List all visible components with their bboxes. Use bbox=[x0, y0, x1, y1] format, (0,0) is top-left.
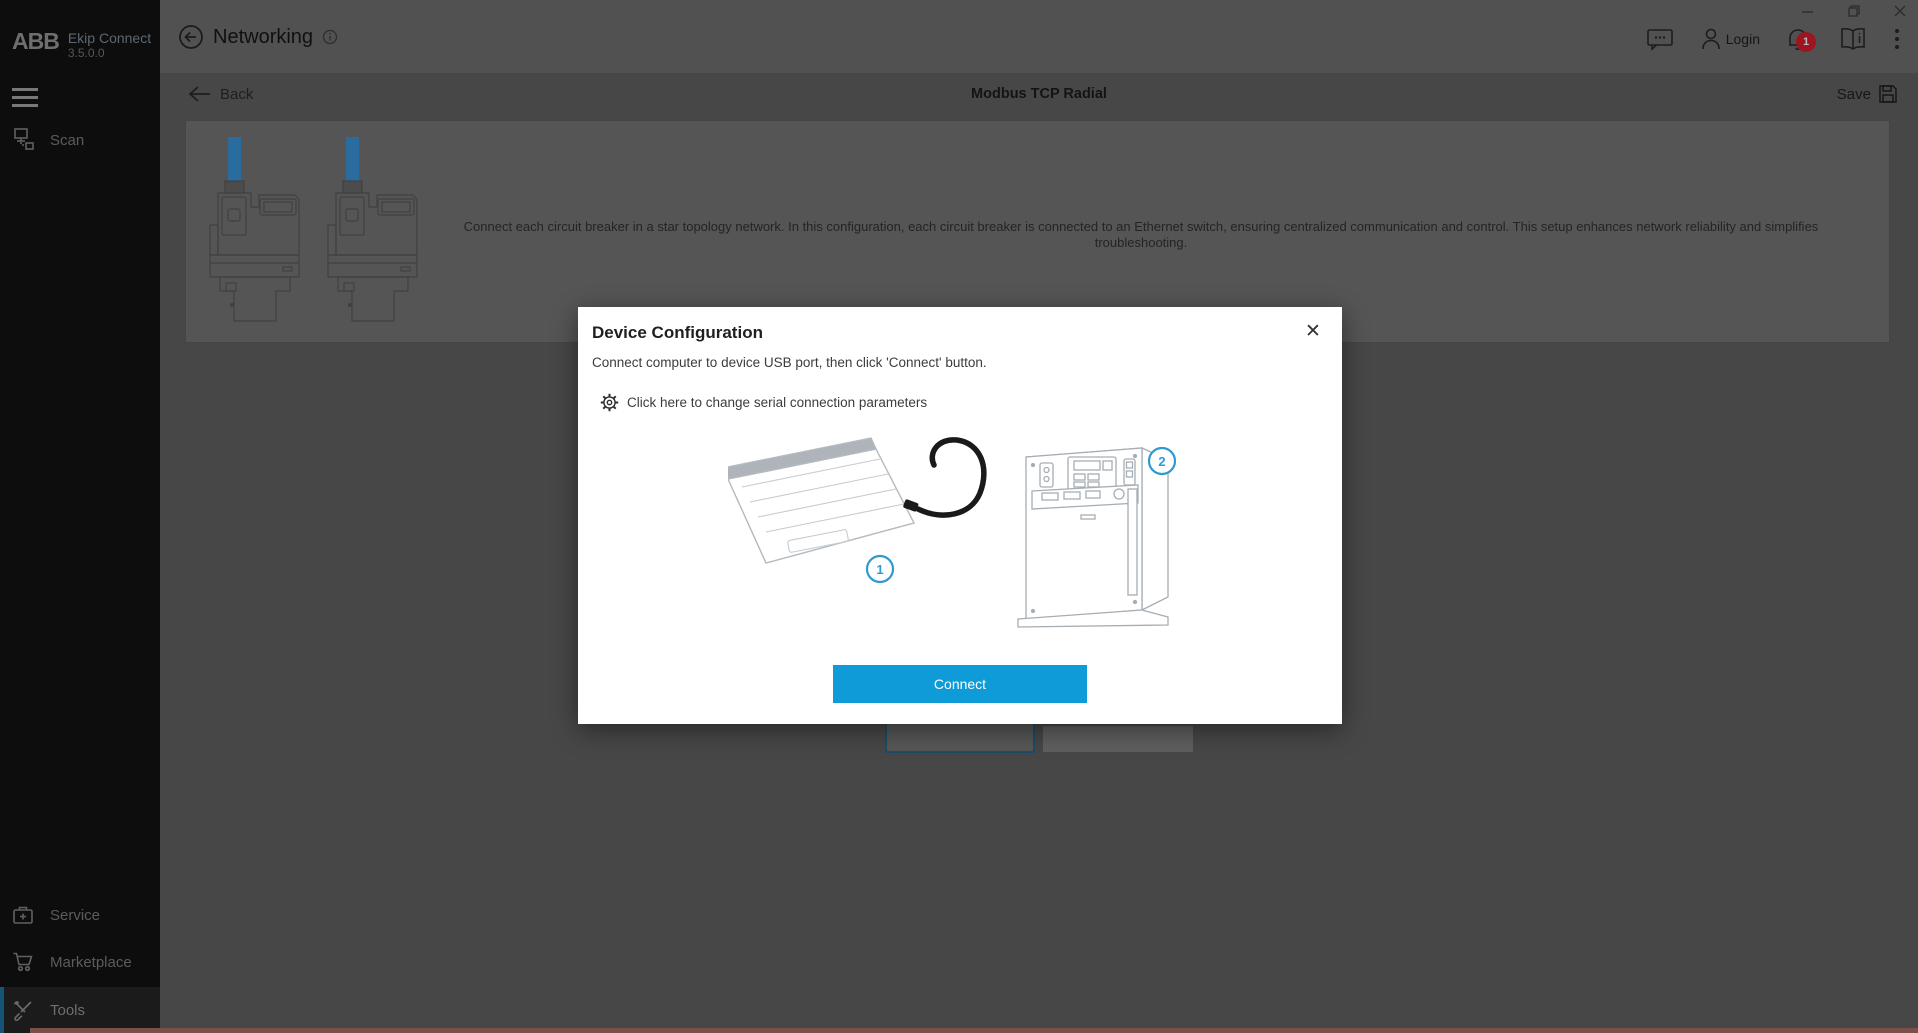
app-logo-row: ABB Ekip Connect 3.5.0.0 bbox=[12, 30, 151, 60]
window-controls bbox=[1800, 4, 1908, 18]
step-2-badge: 2 bbox=[1158, 454, 1165, 469]
service-toolbox-icon bbox=[12, 904, 34, 926]
sidebar-item-service[interactable]: Service bbox=[0, 897, 160, 933]
app-version: 3.5.0.0 bbox=[68, 46, 151, 60]
step-1-badge: 1 bbox=[876, 562, 883, 577]
sidebar-item-marketplace[interactable]: Marketplace bbox=[0, 944, 160, 980]
sidebar-item-label: Tools bbox=[50, 1002, 85, 1019]
serial-link-label: Click here to change serial connection p… bbox=[627, 395, 927, 410]
maximize-icon[interactable] bbox=[1846, 4, 1862, 18]
abb-logo: ABB bbox=[12, 30, 59, 52]
sidebar: ABB Ekip Connect 3.5.0.0 Scan Service bbox=[0, 0, 160, 1033]
active-item-indicator bbox=[0, 987, 4, 1033]
modal-title: Device Configuration bbox=[592, 323, 763, 343]
sidebar-item-label: Marketplace bbox=[50, 954, 132, 971]
notifications-button[interactable]: 1 bbox=[1786, 26, 1812, 52]
close-modal-icon[interactable]: ✕ bbox=[1302, 321, 1324, 343]
save-floppy-icon bbox=[1878, 84, 1898, 104]
usb-connection-illustration: 1 bbox=[728, 427, 1193, 637]
app-name: Ekip Connect bbox=[68, 30, 151, 46]
connect-button[interactable]: Connect bbox=[833, 665, 1087, 703]
manual-book-icon[interactable] bbox=[1838, 27, 1868, 51]
gear-icon bbox=[600, 393, 619, 412]
device-configuration-modal: Device Configuration ✕ Connect computer … bbox=[578, 307, 1342, 724]
save-label: Save bbox=[1837, 86, 1871, 103]
cart-icon bbox=[12, 951, 34, 973]
chat-icon[interactable] bbox=[1646, 27, 1674, 52]
serial-parameters-link[interactable]: Click here to change serial connection p… bbox=[600, 393, 927, 412]
circuit-breakers-illustration bbox=[198, 137, 433, 329]
close-window-icon[interactable] bbox=[1892, 4, 1908, 18]
background-option[interactable] bbox=[1043, 726, 1193, 752]
network-scan-icon bbox=[12, 128, 34, 152]
login-button[interactable]: Login bbox=[1700, 27, 1760, 51]
notification-badge: 1 bbox=[1796, 32, 1816, 52]
kebab-menu-icon[interactable] bbox=[1894, 27, 1900, 51]
configuration-title: Modbus TCP Radial bbox=[160, 86, 1918, 102]
hamburger-menu-icon[interactable] bbox=[12, 88, 38, 112]
minimize-icon[interactable] bbox=[1800, 4, 1816, 18]
back-circle-icon[interactable] bbox=[178, 24, 204, 50]
login-label: Login bbox=[1726, 31, 1760, 47]
sidebar-item-scan[interactable]: Scan bbox=[0, 122, 160, 158]
save-button[interactable]: Save bbox=[1837, 84, 1898, 104]
top-header-bar: Networking Login 1 bbox=[160, 0, 1918, 73]
sidebar-item-tools[interactable]: Tools bbox=[0, 987, 160, 1033]
page-title: Networking bbox=[213, 26, 313, 49]
toolbar: Back Modbus TCP Radial Save bbox=[160, 73, 1918, 120]
background-option-selected[interactable] bbox=[885, 722, 1035, 753]
topology-description: Connect each circuit breaker in a star t… bbox=[426, 219, 1856, 251]
bottom-edge-strip bbox=[30, 1028, 1918, 1033]
user-icon bbox=[1700, 27, 1722, 51]
sidebar-item-label: Service bbox=[50, 907, 100, 924]
info-icon[interactable] bbox=[322, 29, 338, 45]
modal-instruction: Connect computer to device USB port, the… bbox=[592, 355, 987, 370]
tools-icon bbox=[12, 999, 34, 1021]
sidebar-item-label: Scan bbox=[50, 132, 84, 149]
